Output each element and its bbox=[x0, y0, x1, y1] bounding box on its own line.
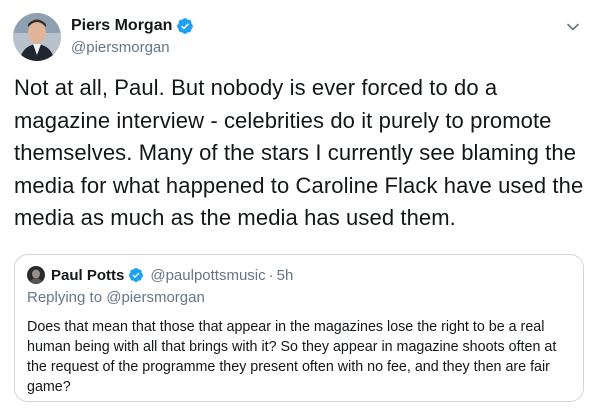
replying-to-prefix: Replying to bbox=[27, 289, 107, 306]
author-handle[interactable]: @piersmorgan bbox=[71, 39, 194, 56]
author-block: Piers Morgan @piersmorgan bbox=[71, 15, 194, 56]
quoted-tweet-header: Paul Potts @paulpottsmusic · 5h bbox=[27, 265, 293, 285]
quoted-tweet[interactable]: Paul Potts @paulpottsmusic · 5h Replying… bbox=[14, 254, 584, 402]
quoted-tweet-text: Does that mean that those that appear in… bbox=[27, 319, 557, 395]
replying-to-line: Replying to @piersmorgan bbox=[27, 289, 205, 306]
chevron-down-icon[interactable] bbox=[563, 17, 583, 37]
verified-badge-icon bbox=[176, 17, 194, 35]
quoted-author-avatar bbox=[27, 266, 45, 284]
quoted-author-display-name: Paul Potts bbox=[51, 266, 125, 284]
dot-separator: · bbox=[268, 266, 274, 284]
tweet-text: Not at all, Paul. But nobody is ever for… bbox=[14, 75, 584, 230]
quoted-verified-badge-icon bbox=[128, 267, 144, 283]
author-avatar[interactable] bbox=[13, 13, 61, 61]
author-display-name[interactable]: Piers Morgan bbox=[71, 17, 172, 35]
tweet-card: Piers Morgan @piersmorgan Not at all, Pa… bbox=[0, 0, 599, 411]
quoted-author-handle: @paulpottsmusic bbox=[150, 266, 266, 284]
replying-to-mention: @piersmorgan bbox=[106, 289, 205, 306]
quoted-tweet-time: 5h bbox=[276, 266, 294, 284]
